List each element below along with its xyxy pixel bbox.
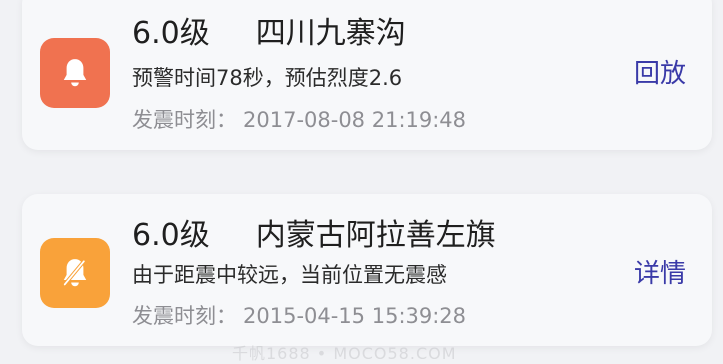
event-magnitude: 6.0级 <box>132 16 210 51</box>
event-location: 四川九寨沟 <box>255 16 406 51</box>
event-time-label: 发震时刻： <box>132 108 237 132</box>
alert-icon-box <box>40 38 110 108</box>
earthquake-alert-card[interactable]: 6.0级 四川九寨沟 预警时间78秒，预估烈度2.6 发震时刻： 2017-08… <box>22 0 712 150</box>
event-location: 内蒙古阿拉善左旗 <box>255 218 496 253</box>
event-description: 由于距震中较远，当前位置无震感 <box>132 263 447 287</box>
event-time: 发震时刻： 2017-08-08 21:19:48 <box>132 107 466 133</box>
details-button[interactable]: 详情 <box>634 258 686 290</box>
event-magnitude: 6.0级 <box>132 218 210 253</box>
event-description: 预警时间78秒，预估烈度2.6 <box>132 66 403 90</box>
replay-button[interactable]: 回放 <box>634 58 686 90</box>
event-time-value: 2015-04-15 15:39:28 <box>243 304 467 328</box>
event-time: 发震时刻： 2015-04-15 15:39:28 <box>132 303 466 329</box>
event-time-label: 发震时刻： <box>132 304 237 328</box>
event-time-value: 2017-08-08 21:19:48 <box>243 108 467 132</box>
event-title: 6.0级 四川九寨沟 <box>132 16 406 52</box>
event-title: 6.0级 内蒙古阿拉善左旗 <box>132 218 496 254</box>
earthquake-alert-card[interactable]: 6.0级 内蒙古阿拉善左旗 由于距震中较远，当前位置无震感 发震时刻： 2015… <box>22 194 712 346</box>
watermark: 千帆1688 • MOCO58.COM <box>232 344 457 363</box>
alert-icon-box <box>40 238 110 308</box>
bell-off-icon <box>62 259 87 287</box>
bell-icon <box>63 59 87 87</box>
